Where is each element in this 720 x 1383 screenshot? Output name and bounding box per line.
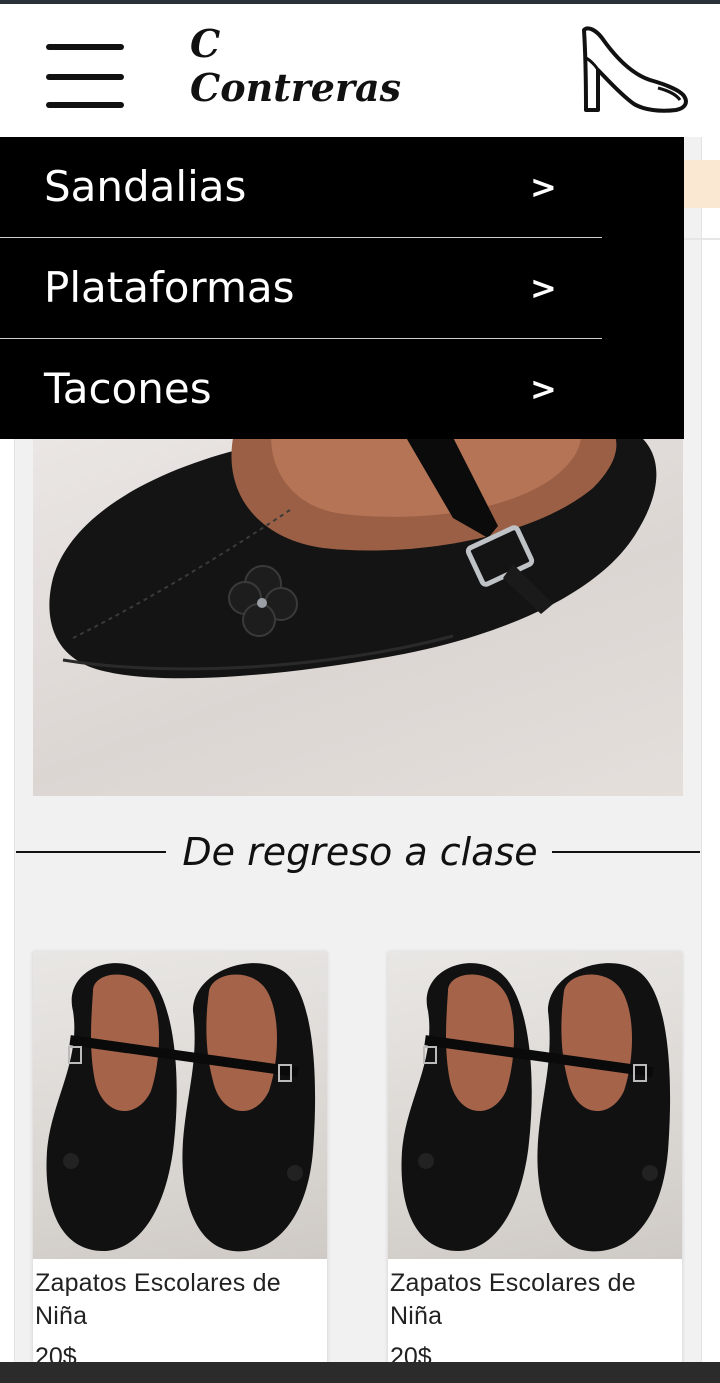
product-card[interactable]: Zapatos Escolares de Niña 20$ (388, 951, 682, 1383)
section-heading: De regreso a clase (0, 822, 720, 882)
school-shoes-pair-photo (401, 963, 671, 1252)
product-name[interactable]: Zapatos Escolares de Niña (390, 1267, 682, 1333)
heading-rule-right (552, 851, 700, 853)
brand-logo-text[interactable]: C Contreras (190, 22, 401, 110)
divider (684, 238, 720, 240)
school-shoes-pair-photo (46, 963, 316, 1252)
menu-item-label: Tacones (44, 364, 212, 413)
menu-item-label: Sandalias (44, 162, 247, 211)
product-name[interactable]: Zapatos Escolares de Niña (35, 1267, 327, 1333)
school-shoe-photo (49, 398, 657, 679)
menu-item-tacones[interactable]: Tacones > (0, 339, 602, 440)
chevron-right-icon: > (530, 370, 557, 408)
chevron-right-icon: > (530, 168, 557, 206)
hero-product-image[interactable] (33, 398, 683, 796)
brand-line-1: C (190, 21, 221, 66)
product-image[interactable] (33, 951, 327, 1259)
site-header: C Contreras (0, 4, 720, 137)
product-card[interactable]: Zapatos Escolares de Niña 20$ (33, 951, 327, 1383)
section-title: De regreso a clase (182, 830, 538, 874)
promo-banner-edge (684, 160, 720, 208)
hamburger-bar (46, 74, 124, 80)
category-dropdown-menu: Sandalias > Plataformas > Tacones > (0, 137, 684, 439)
brand-line-2: Contreras (190, 65, 402, 110)
menu-item-sandalias[interactable]: Sandalias > (0, 137, 602, 238)
high-heel-shoe-icon[interactable] (576, 22, 692, 116)
navigation-bar (0, 1362, 720, 1383)
heading-rule-left (16, 851, 166, 853)
chevron-right-icon: > (530, 269, 557, 307)
product-image[interactable] (388, 951, 682, 1259)
menu-item-plataformas[interactable]: Plataformas > (0, 238, 602, 339)
hamburger-bar (46, 102, 124, 108)
hamburger-icon[interactable] (46, 44, 124, 110)
hamburger-bar (46, 44, 124, 50)
menu-item-label: Plataformas (44, 263, 295, 312)
